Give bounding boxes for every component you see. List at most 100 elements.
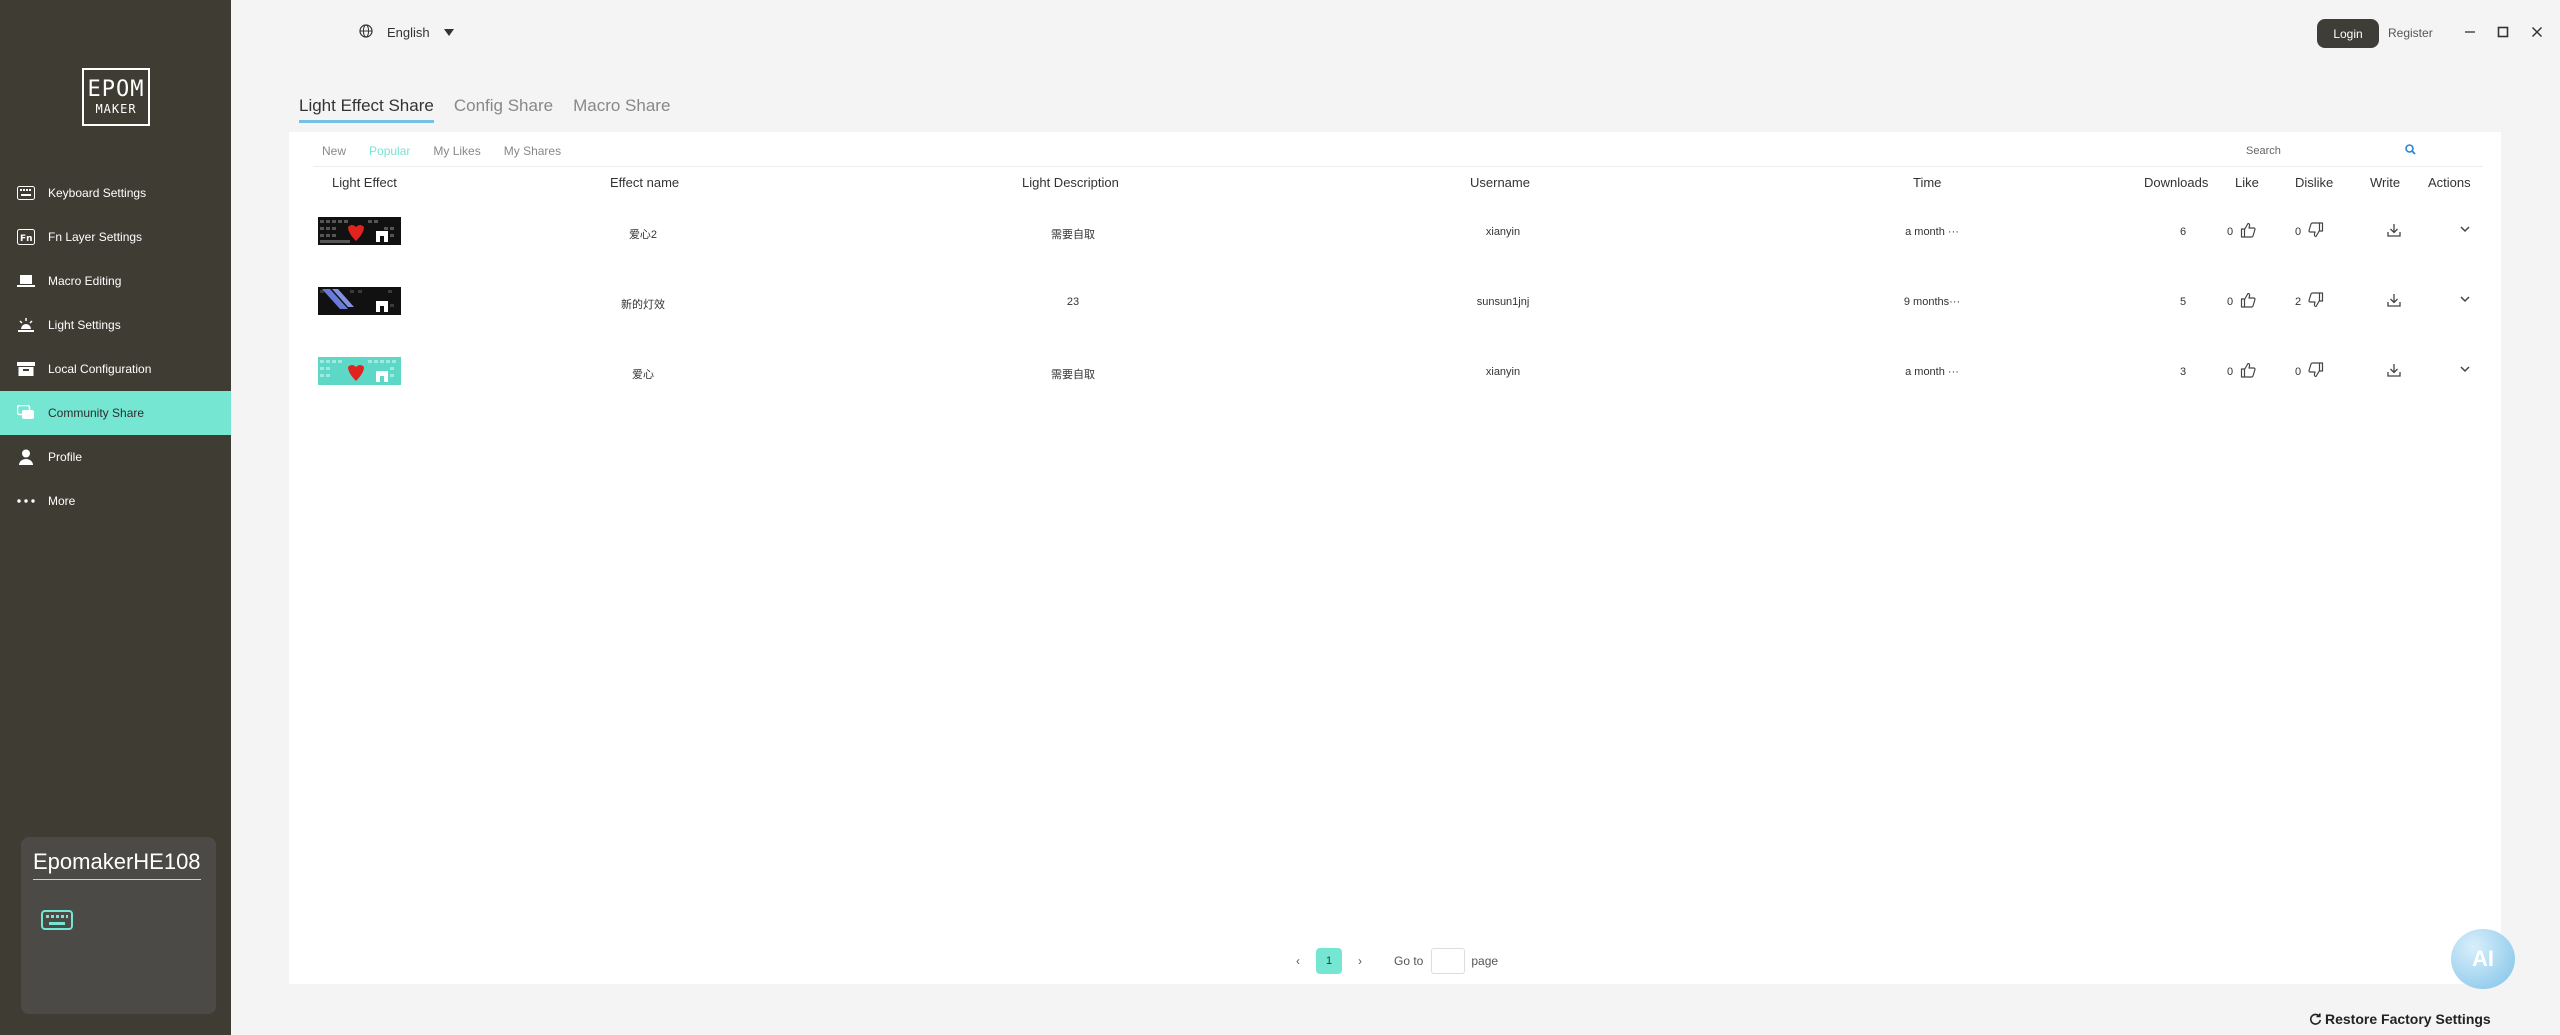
header-write: Write — [2370, 175, 2401, 190]
tab-macro-share[interactable]: Macro Share — [573, 96, 670, 123]
keyboard-icon — [16, 183, 36, 203]
chevron-down-icon[interactable] — [2458, 362, 2472, 379]
filter-tab-my-likes[interactable]: My Likes — [433, 144, 480, 158]
ai-assistant-button[interactable]: AI — [2451, 929, 2515, 989]
page-number-button[interactable]: 1 — [1316, 948, 1342, 974]
device-name: EpomakerHE108 — [33, 849, 201, 880]
logo-line-1: EPOM — [87, 77, 145, 102]
sidebar-item-label: More — [48, 494, 76, 508]
chevron-down-icon[interactable] — [2458, 292, 2472, 309]
more-icon — [16, 491, 36, 511]
sidebar-item-label: Light Settings — [48, 318, 121, 332]
username: sunsun1jnj — [1476, 296, 1530, 308]
share-tabs: Light Effect Share Config Share Macro Sh… — [299, 96, 670, 123]
header-dislike: Dislike — [2295, 175, 2334, 190]
effect-name: 新的灯效 — [621, 299, 665, 311]
close-icon[interactable] — [2529, 24, 2545, 40]
next-page-icon[interactable]: › — [1350, 954, 1370, 968]
search-input[interactable]: Search — [2246, 140, 2416, 162]
maximize-icon[interactable] — [2495, 24, 2511, 40]
login-button[interactable]: Login — [2317, 19, 2379, 48]
minimize-icon[interactable] — [2462, 24, 2478, 40]
light-description: 需要自取 — [1051, 369, 1095, 381]
filter-tab-my-shares[interactable]: My Shares — [504, 144, 561, 158]
like-count: 0 — [2226, 226, 2234, 238]
light-effect-thumbnail — [318, 217, 401, 245]
sidebar-item-label: Fn Layer Settings — [48, 230, 143, 244]
chat-icon — [16, 403, 36, 423]
chevron-down-icon[interactable] — [2458, 222, 2472, 239]
goto-page-input[interactable] — [1431, 948, 1466, 974]
sidebar-item-label: Local Configuration — [48, 362, 152, 376]
sidebar-item-more[interactable]: More — [0, 479, 231, 523]
light-effect-thumbnail — [318, 357, 401, 385]
language-selector[interactable]: English — [359, 24, 454, 41]
effect-name: 爱心 — [632, 369, 654, 381]
thumbs-up-icon[interactable] — [2240, 222, 2256, 241]
goto-label: Go to — [1394, 954, 1424, 968]
epomaker-logo: EPOM MAKER — [82, 68, 150, 126]
sidebar-item-label: Community Share — [48, 406, 145, 420]
ai-label: AI — [2472, 946, 2494, 971]
register-link[interactable]: Register — [2388, 26, 2433, 40]
download-icon[interactable] — [2386, 362, 2402, 381]
light-effect-thumbnail — [318, 287, 401, 315]
thumbs-down-icon[interactable] — [2308, 362, 2324, 381]
header-time: Time — [1913, 175, 1942, 190]
thumbs-down-icon[interactable] — [2308, 292, 2324, 311]
search-placeholder: Search — [2246, 145, 2281, 157]
header-light-effect: Light Effect — [332, 175, 397, 190]
sidebar-item-local-configuration[interactable]: Local Configuration — [0, 347, 231, 391]
search-icon[interactable] — [2405, 144, 2416, 158]
language-label: English — [387, 25, 430, 40]
prev-page-icon[interactable]: ‹ — [1288, 954, 1308, 968]
table-row: 新的灯效 23 sunsun1jnj 9 months··· 5 0 2 — [289, 267, 2501, 337]
thumbs-down-icon[interactable] — [2308, 222, 2324, 241]
time: a month ··· — [1905, 366, 1959, 378]
download-icon[interactable] — [2386, 222, 2402, 241]
sidebar-item-community-share[interactable]: Community Share — [0, 391, 231, 435]
share-panel: New Popular My Likes My Shares Search Li… — [289, 132, 2501, 984]
thumbs-up-icon[interactable] — [2240, 362, 2256, 381]
header-effect-name: Effect name — [610, 175, 680, 190]
header-downloads: Downloads — [2144, 175, 2209, 190]
pagination: ‹ 1 › Go to page — [1288, 948, 1498, 974]
fn-icon: Fn — [16, 227, 36, 247]
logo-line-2: MAKER — [95, 102, 137, 116]
sidebar-item-profile[interactable]: Profile — [0, 435, 231, 479]
laptop-icon — [16, 271, 36, 291]
sidebar-item-light-settings[interactable]: Light Settings — [0, 303, 231, 347]
tab-light-effect-share[interactable]: Light Effect Share — [299, 96, 434, 123]
username: xianyin — [1485, 366, 1521, 378]
thumbs-up-icon[interactable] — [2240, 292, 2256, 311]
page-label: page — [1471, 954, 1499, 968]
time: 9 months··· — [1903, 296, 1961, 308]
table-row: 爱心 需要自取 xianyin a month ··· 3 0 0 — [289, 337, 2501, 407]
sidebar-item-fn-layer-settings[interactable]: Fn Fn Layer Settings — [0, 215, 231, 259]
like-count: 0 — [2226, 366, 2234, 378]
username: xianyin — [1485, 226, 1521, 238]
svg-text:Fn: Fn — [20, 234, 33, 244]
user-icon — [16, 447, 36, 467]
device-keyboard-icon — [41, 910, 73, 935]
sidebar-item-macro-editing[interactable]: Macro Editing — [0, 259, 231, 303]
header-light-description: Light Description — [1022, 175, 1119, 190]
filter-tabs: New Popular My Likes My Shares — [322, 144, 561, 158]
tab-config-share[interactable]: Config Share — [454, 96, 553, 123]
filter-tab-popular[interactable]: Popular — [369, 144, 410, 158]
restore-label: Restore Factory Settings — [2325, 1011, 2491, 1027]
effect-name: 爱心2 — [628, 229, 658, 241]
header-username: Username — [1470, 175, 1530, 190]
sidebar-item-keyboard-settings[interactable]: Keyboard Settings — [0, 171, 231, 215]
time: a month ··· — [1905, 226, 1959, 238]
download-icon[interactable] — [2386, 292, 2402, 311]
filter-tab-new[interactable]: New — [322, 144, 346, 158]
globe-icon — [359, 24, 373, 41]
device-card[interactable]: EpomakerHE108 — [21, 837, 216, 1014]
light-description: 需要自取 — [1051, 229, 1095, 241]
like-count: 0 — [2226, 296, 2234, 308]
sidebar-item-label: Keyboard Settings — [48, 186, 147, 200]
dislike-count: 2 — [2294, 296, 2302, 308]
sidebar-item-label: Profile — [48, 450, 83, 464]
restore-factory-settings-button[interactable]: Restore Factory Settings — [2309, 1011, 2491, 1027]
